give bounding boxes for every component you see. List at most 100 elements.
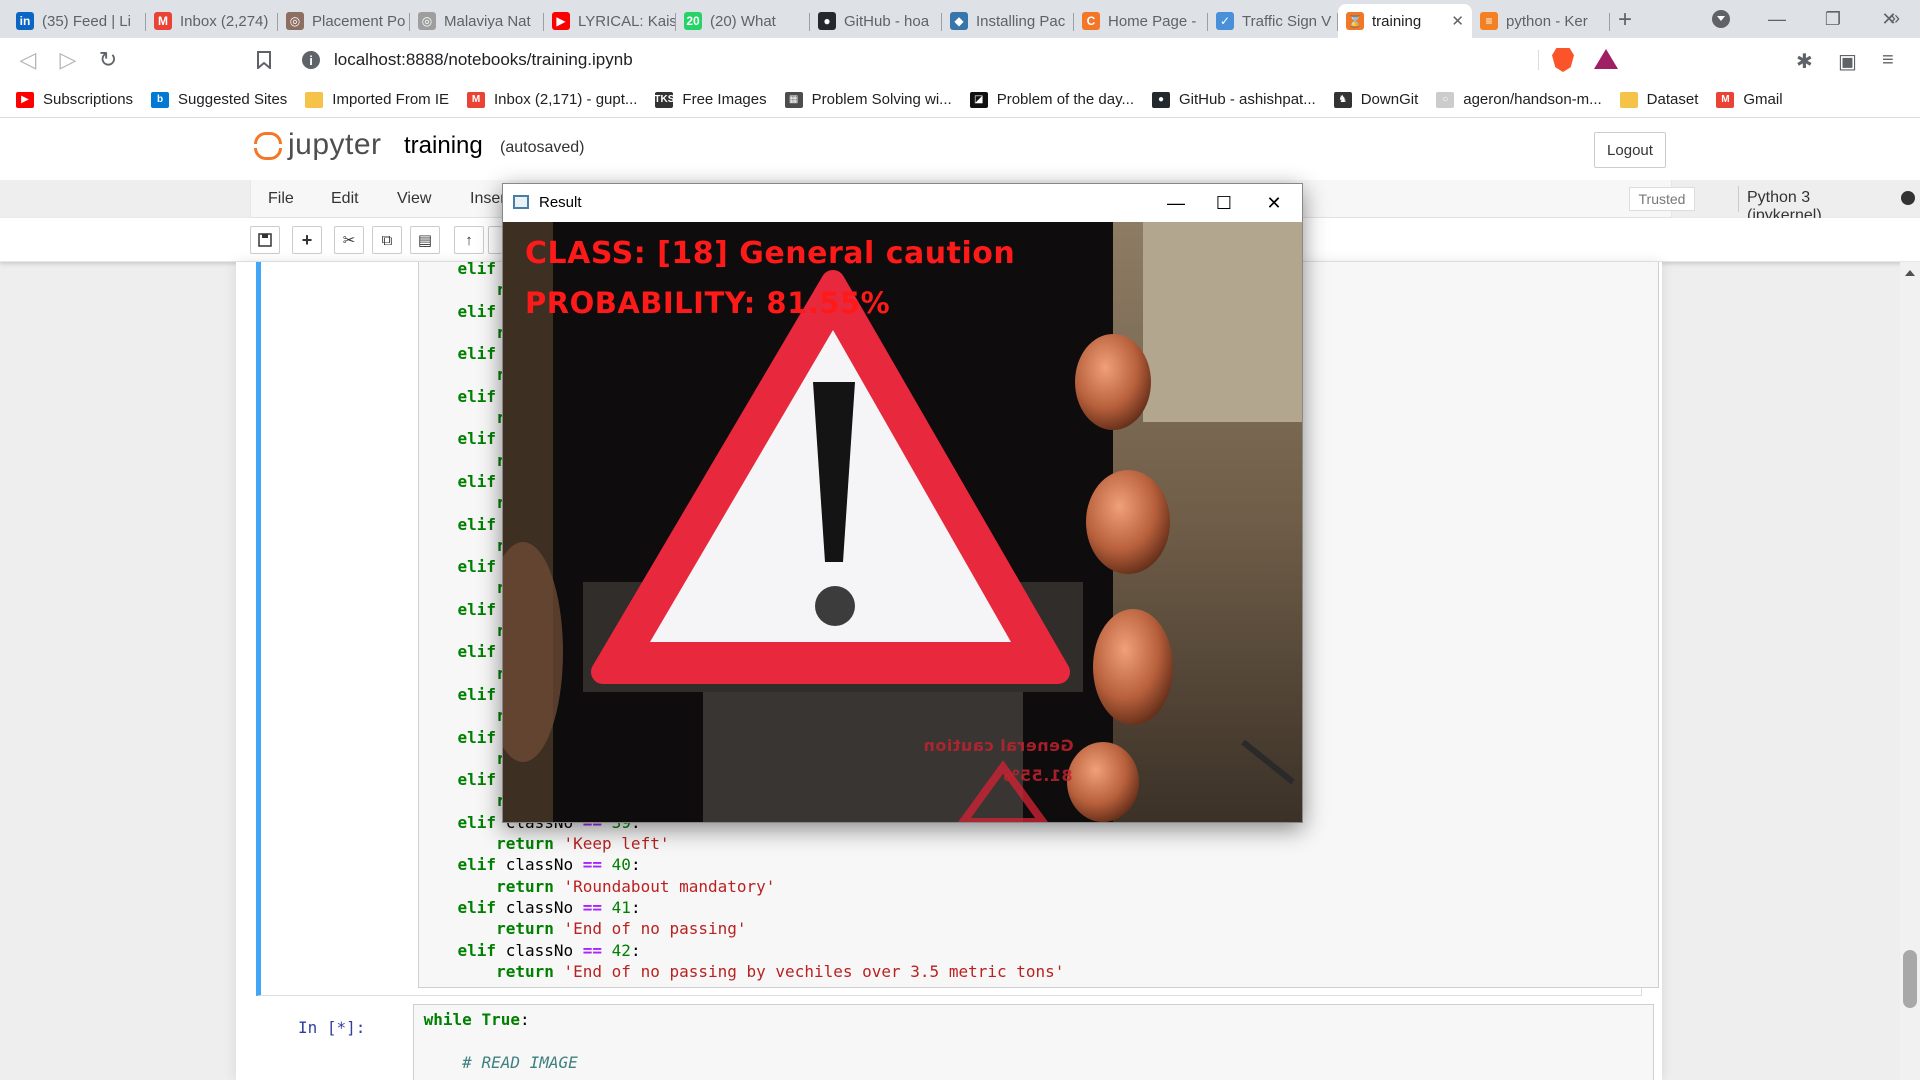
reload-icon[interactable]: ↻ [94, 46, 122, 74]
jupyter-logo-icon[interactable] [252, 128, 284, 164]
menu-edit[interactable]: Edit [331, 190, 359, 208]
forward-icon[interactable]: ▷ [54, 46, 82, 74]
scroll-up-icon[interactable] [1905, 270, 1915, 276]
code-line: return 'Keep left' [419, 833, 1064, 854]
bookmark-item[interactable]: ▦ Problem Solving wi... [784, 91, 952, 108]
maximize-icon[interactable]: ☐ [1201, 188, 1247, 218]
site-info-icon[interactable]: i [302, 51, 320, 69]
bookmark-item[interactable]: ○ ageron/handson-m... [1436, 91, 1602, 108]
menu-view[interactable]: View [397, 190, 431, 208]
bookmark-page-icon[interactable] [250, 46, 278, 74]
browser-tab[interactable]: ◎ Placement Po [278, 4, 410, 38]
save-icon[interactable] [250, 226, 280, 254]
youtube-icon: ▶ [16, 91, 34, 108]
bookmark-item[interactable]: ♞ DownGit [1333, 91, 1418, 108]
folder-icon [1619, 91, 1638, 108]
bookmark-item[interactable]: ▶ Subscriptions [16, 91, 133, 108]
paste-icon[interactable]: ▤ [410, 226, 440, 254]
trusted-badge[interactable]: Trusted [1629, 187, 1695, 211]
code-editor[interactable]: while True: # READ IMAGE [414, 1009, 578, 1073]
brave-shields-icon[interactable] [1552, 48, 1574, 72]
address-bar-url[interactable]: localhost:8888/notebooks/training.ipynb [334, 50, 633, 70]
browser-tab[interactable]: ⌛ training ✕ [1338, 4, 1472, 38]
browser-tab[interactable]: ◆ Installing Pac [942, 4, 1074, 38]
notebook-name[interactable]: training [404, 132, 483, 160]
runestone-icon: ▦ [784, 91, 803, 108]
whatsapp-icon: 20 [684, 12, 702, 30]
bookmark-label: Gmail [1743, 91, 1783, 108]
wallet-icon[interactable]: ▣ [1838, 49, 1857, 74]
browser-tab[interactable]: ✓ Traffic Sign V [1208, 4, 1338, 38]
window-minimize-icon[interactable]: — [1754, 4, 1800, 34]
class-label: CLASS: [18] General caution [525, 236, 1016, 271]
code-token: return [496, 876, 554, 896]
close-icon[interactable]: ✕ [1251, 188, 1297, 218]
bookmark-item[interactable]: TKS Free Images [654, 91, 766, 108]
add-cell-icon[interactable]: + [292, 226, 322, 254]
github-icon: ○ [1436, 91, 1455, 108]
kernel-busy-indicator [1901, 191, 1915, 205]
browser-tab[interactable]: 20 (20) What [676, 4, 810, 38]
browser-tab[interactable]: ≡ python - Ker [1472, 4, 1610, 38]
back-icon[interactable]: ◁ [14, 46, 42, 74]
address-bar[interactable]: i localhost:8888/notebooks/training.ipyn… [292, 44, 1548, 76]
browser-tab-title: (35) Feed | Li [42, 12, 131, 30]
browser-tab-title: Inbox (2,274) [180, 12, 269, 30]
bookmark-item[interactable]: Dataset [1619, 91, 1698, 108]
scrollbar-thumb[interactable] [1903, 950, 1917, 1008]
code-line: elif classNo == 42: [419, 940, 1064, 961]
browser-tab[interactable]: C Home Page - [1074, 4, 1208, 38]
mirrored-class-label: General caution [923, 736, 1074, 755]
page-scrollbar[interactable] [1900, 262, 1920, 1080]
code-token: 41 [611, 897, 631, 917]
extensions-icon[interactable]: ✱ [1796, 49, 1813, 74]
browser-tab-title: Traffic Sign V [1242, 12, 1332, 30]
result-window-titlebar[interactable]: Result — ☐ ✕ [503, 184, 1302, 222]
menu-file[interactable]: File [268, 190, 294, 208]
logout-button[interactable]: Logout [1594, 132, 1666, 168]
browser-tab-title: LYRICAL: Kais [578, 12, 676, 30]
code-token: 42 [611, 940, 631, 960]
cut-icon[interactable]: ✂ [334, 226, 364, 254]
browser-toolbar: ◁ ▷ ↻ i localhost:8888/notebooks/trainin… [0, 38, 1920, 82]
bookmark-item[interactable]: M Gmail [1716, 91, 1783, 108]
tab-search-icon[interactable] [1712, 10, 1730, 28]
menu-insert[interactable]: Inser [470, 190, 506, 208]
camera-frame: CLASS: [18] General caution PROBABILITY:… [503, 222, 1302, 822]
code-token: return [496, 834, 554, 854]
copy-icon[interactable]: ⧉ [372, 226, 402, 254]
browser-tab[interactable]: ● GitHub - hoa [810, 4, 942, 38]
menu-icon[interactable]: ≡ [1882, 49, 1894, 72]
placement-icon: ◎ [286, 12, 304, 30]
gfg-icon: ◪ [969, 91, 988, 108]
browser-tab-title: python - Ker [1506, 12, 1588, 30]
jupyter-logo-text[interactable]: jupyter [288, 128, 382, 162]
code-line: return 'End of no passing by vechiles ov… [419, 961, 1064, 982]
code-token: return [496, 919, 554, 939]
code-token: classNo [496, 940, 583, 960]
new-tab-icon[interactable]: + [1618, 6, 1632, 34]
bookmark-item[interactable]: b Suggested Sites [151, 91, 287, 108]
code-token: classNo [496, 855, 583, 875]
bookmark-item[interactable]: ◪ Problem of the day... [969, 91, 1134, 108]
move-up-icon[interactable]: ↑ [454, 226, 484, 254]
code-string: 'Keep left' [563, 834, 670, 854]
browser-tab[interactable]: M Inbox (2,274) [146, 4, 278, 38]
tab-close-icon[interactable]: ✕ [1445, 12, 1464, 30]
window-restore-icon[interactable]: ❐ [1810, 4, 1856, 34]
code-cell-running[interactable]: In [*]: while True: # READ IMAGE [256, 1004, 1654, 1080]
bookmark-item[interactable]: ● GitHub - ashishpat... [1151, 91, 1316, 108]
code-string: 'End of no passing by vechiles over 3.5 … [563, 961, 1065, 981]
browser-tab[interactable]: in (35) Feed | Li [8, 4, 146, 38]
bookmarks-overflow-icon[interactable]: » [1890, 8, 1900, 29]
minimize-icon[interactable]: — [1153, 188, 1199, 218]
result-window[interactable]: Result — ☐ ✕ CLASS: [18] General caution… [502, 183, 1303, 823]
bookmark-item[interactable]: M Inbox (2,171) - gupt... [467, 91, 637, 108]
code-token: return [496, 961, 554, 981]
bookmark-item[interactable]: Imported From IE [305, 91, 449, 108]
brave-rewards-icon[interactable] [1594, 49, 1618, 69]
move-down-icon[interactable] [488, 226, 502, 254]
browser-tab[interactable]: ▶ LYRICAL: Kais [544, 4, 676, 38]
code-cell-input[interactable]: while True: # READ IMAGE [413, 1004, 1654, 1080]
browser-tab[interactable]: ◎ Malaviya Nat [410, 4, 544, 38]
